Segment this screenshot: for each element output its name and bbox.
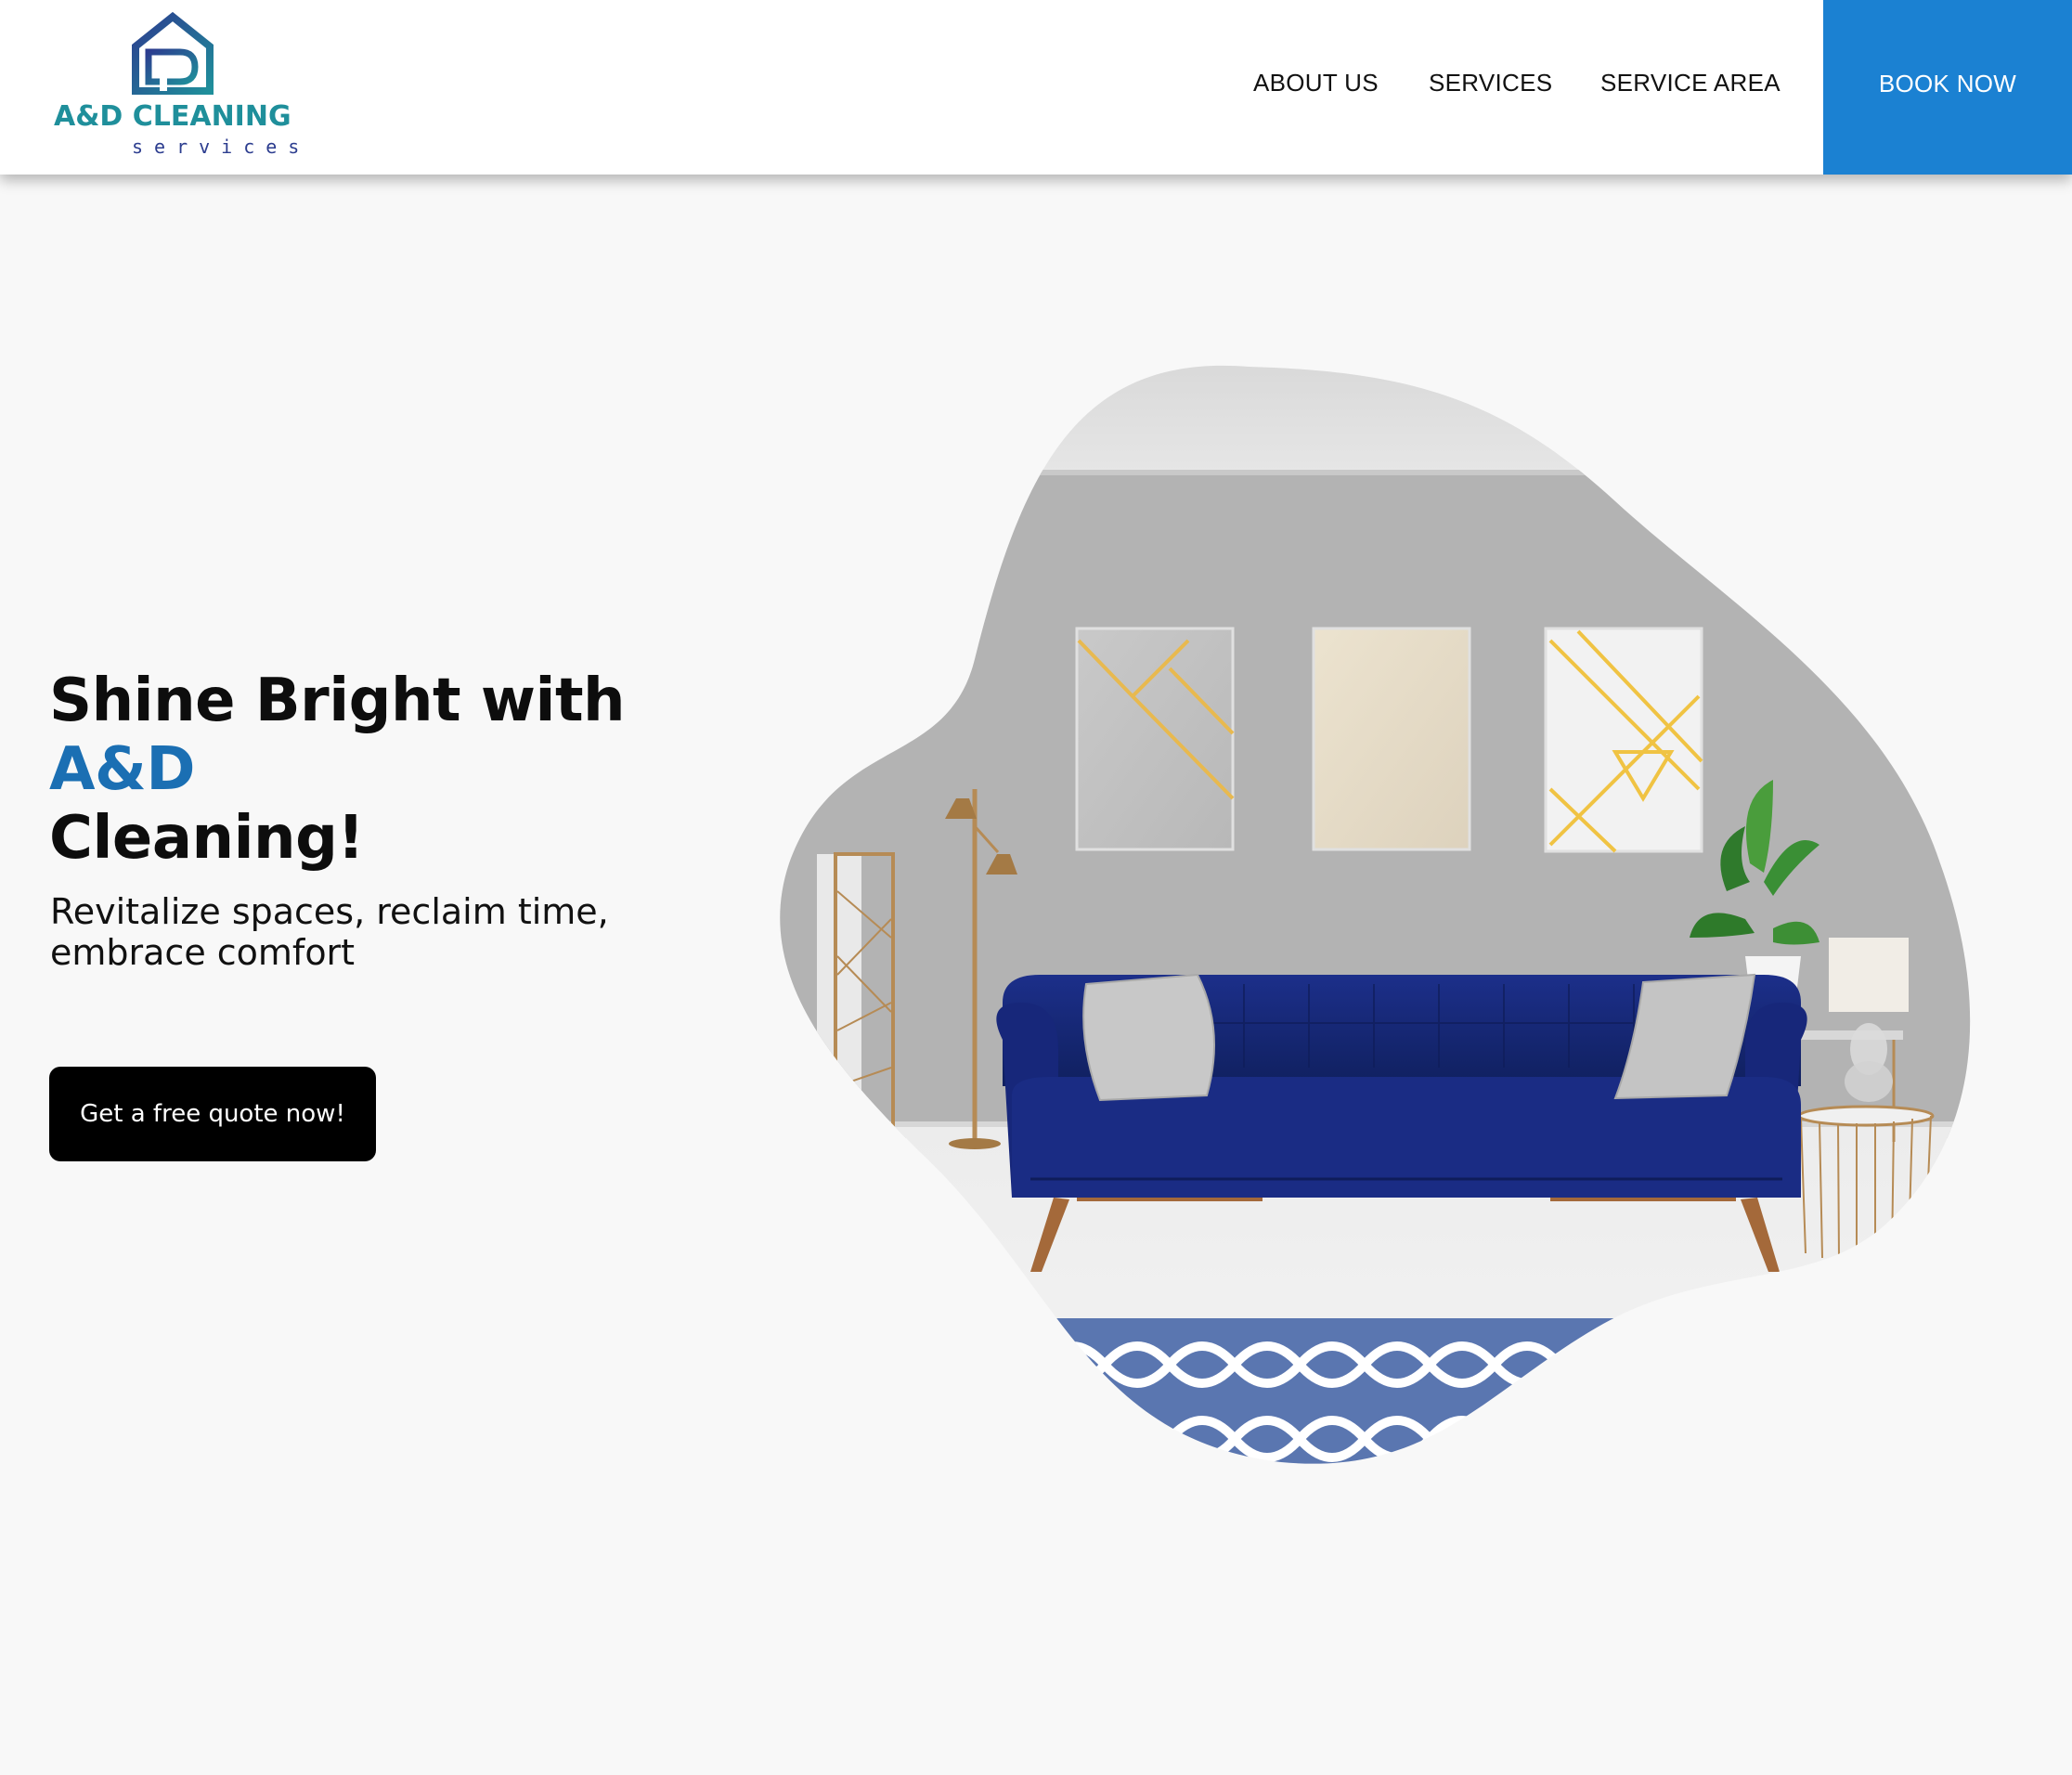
site-header: A&D CLEANING services ABOUT US SERVICES … [0, 0, 2072, 175]
nav-service-area[interactable]: SERVICE AREA [1600, 69, 1781, 97]
hero-living-room-image [780, 365, 1971, 1464]
nav-about-us[interactable]: ABOUT US [1253, 69, 1379, 97]
hero-title: Shine Bright with A&D Cleaning! [49, 667, 773, 873]
free-quote-button[interactable]: Get a free quote now! [49, 1067, 376, 1161]
hero-title-accent: A&D [49, 735, 195, 804]
logo[interactable]: A&D CLEANING services [54, 11, 299, 160]
house-d-icon [132, 11, 214, 95]
hero-title-part2: Cleaning! [49, 804, 365, 873]
nav-services[interactable]: SERVICES [1429, 69, 1552, 97]
logo-tagline: services [132, 136, 311, 158]
book-now-button[interactable]: BOOK NOW [1823, 0, 2072, 175]
hero-subtitle: Revitalize spaces, reclaim time, embrace… [50, 891, 609, 973]
hero-title-part1: Shine Bright with [49, 667, 626, 735]
logo-wordmark: A&D CLEANING [54, 100, 291, 133]
